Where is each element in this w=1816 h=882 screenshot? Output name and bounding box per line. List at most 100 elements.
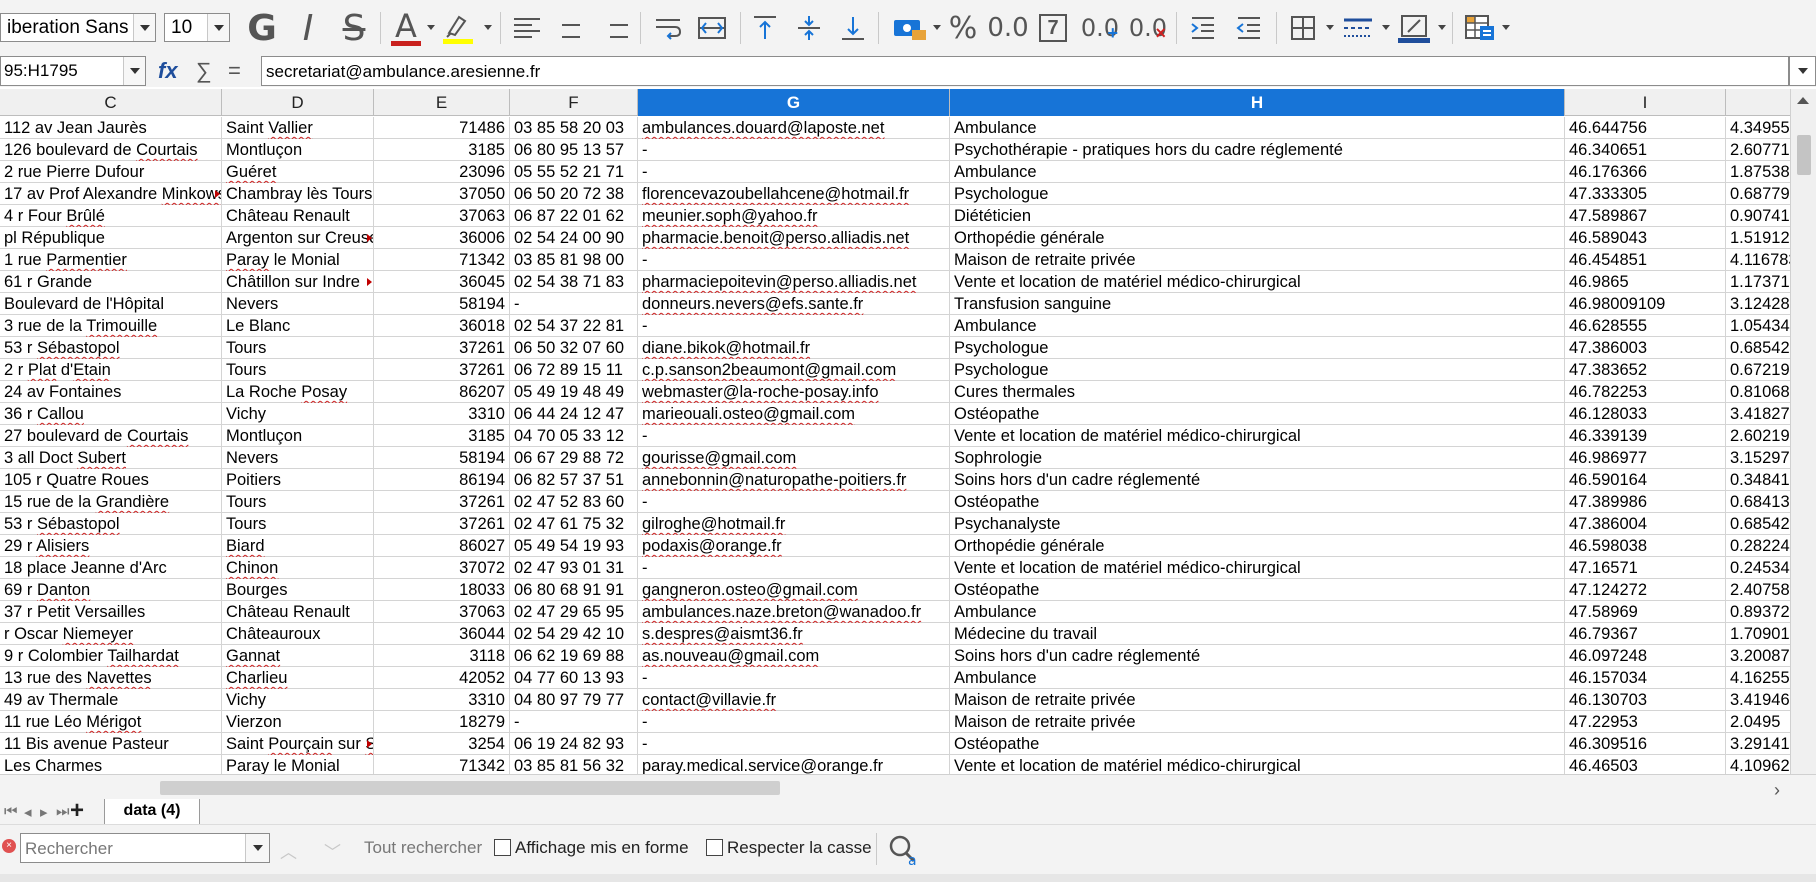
cell-j[interactable]: 0.685423 xyxy=(1726,337,1790,359)
cell-c[interactable]: 11 rue Léo Mérigot xyxy=(0,711,222,733)
cell-c[interactable]: 17 av Prof Alexandre Minkowski xyxy=(0,183,222,205)
cell-c[interactable]: 105 r Quatre Roues xyxy=(0,469,222,491)
cell-e[interactable]: 58194 xyxy=(374,293,510,315)
cell-i[interactable]: 46.589043 xyxy=(1565,227,1726,249)
cell-h[interactable]: Vente et location de matériel médico-chi… xyxy=(950,755,1565,774)
cell-j[interactable]: 0.687792 xyxy=(1726,183,1790,205)
cell-i[interactable]: 46.097248 xyxy=(1565,645,1726,667)
cell-f[interactable]: - xyxy=(510,711,638,733)
cell-c[interactable]: 3 rue de la Trimouille xyxy=(0,315,222,337)
cell-h[interactable]: Maison de retraite privée xyxy=(950,711,1565,733)
chevron-down-icon[interactable] xyxy=(933,25,941,30)
align-center-button[interactable] xyxy=(554,8,588,48)
column-header-j[interactable] xyxy=(1726,89,1790,116)
expand-formula-button[interactable] xyxy=(1789,56,1816,86)
scroll-up-icon[interactable] xyxy=(1797,97,1809,104)
percent-format-button[interactable]: % xyxy=(946,8,980,48)
cell-c[interactable]: 15 rue de la Grandière xyxy=(0,491,222,513)
cell-f[interactable]: 03 85 81 98 00 xyxy=(510,249,638,271)
cell-g[interactable]: c.p.sanson2beaumont@gmail.com xyxy=(638,359,950,381)
cell-c[interactable]: 3 all Doct Subert xyxy=(0,447,222,469)
cell-c[interactable]: 69 r Danton xyxy=(0,579,222,601)
add-decimal-button[interactable]: 0.0 + xyxy=(1080,8,1120,48)
cell-d[interactable]: Tours xyxy=(222,337,374,359)
cell-e[interactable]: 86194 xyxy=(374,469,510,491)
cell-d[interactable]: Saint Pourçain sur Sioule xyxy=(222,733,374,755)
cell-f[interactable]: 02 47 93 01 31 xyxy=(510,557,638,579)
font-color-button[interactable]: A xyxy=(388,8,424,48)
border-style-button[interactable] xyxy=(1340,8,1376,48)
cell-i[interactable]: 46.176366 xyxy=(1565,161,1726,183)
cell-j[interactable]: 3.291419 xyxy=(1726,733,1790,755)
cell-f[interactable]: 06 19 24 82 93 xyxy=(510,733,638,755)
cell-c[interactable]: 9 r Colombier Tailhardat xyxy=(0,645,222,667)
find-all-button[interactable]: Tout rechercher xyxy=(364,838,482,858)
cell-i[interactable]: 46.340651 xyxy=(1565,139,1726,161)
cell-d[interactable]: Guéret xyxy=(222,161,374,183)
cell-c[interactable]: 112 av Jean Jaurès xyxy=(0,117,222,139)
cell-i[interactable]: 46.98009109 xyxy=(1565,293,1726,315)
vertical-scrollbar[interactable] xyxy=(1790,89,1816,774)
find-replace-button[interactable]: a xyxy=(886,833,922,872)
next-sheet-icon[interactable]: ▸ xyxy=(40,803,48,821)
formatted-display-checkbox[interactable] xyxy=(494,839,511,856)
align-top-button[interactable] xyxy=(748,8,782,48)
cell-f[interactable]: 03 85 81 56 32 xyxy=(510,755,638,774)
cell-g[interactable]: pharmaciepoitevin@perso.alliadis.net xyxy=(638,271,950,293)
cell-f[interactable]: 02 47 52 83 60 xyxy=(510,491,638,513)
cell-f[interactable]: 06 44 24 12 47 xyxy=(510,403,638,425)
cell-e[interactable]: 42052 xyxy=(374,667,510,689)
cell-c[interactable]: r Oscar Niemeyer xyxy=(0,623,222,645)
vertical-scroll-thumb[interactable] xyxy=(1797,135,1811,175)
cell-i[interactable]: 47.22953 xyxy=(1565,711,1726,733)
cell-j[interactable]: 3.419465 xyxy=(1726,689,1790,711)
cell-g[interactable]: - xyxy=(638,139,950,161)
spreadsheet-grid[interactable]: CDEFGHI 112 av Jean Jaurès Saint Vallier 7… xyxy=(0,89,1790,774)
cell-i[interactable]: 46.130703 xyxy=(1565,689,1726,711)
cell-e[interactable]: 36006 xyxy=(374,227,510,249)
cell-d[interactable]: Tours xyxy=(222,359,374,381)
cell-h[interactable]: Ambulance xyxy=(950,161,1565,183)
cell-j[interactable]: 0.684133 xyxy=(1726,491,1790,513)
horizontal-scroll-thumb[interactable] xyxy=(160,781,780,795)
cell-e[interactable]: 18279 xyxy=(374,711,510,733)
cell-e[interactable]: 37261 xyxy=(374,513,510,535)
search-input[interactable]: Rechercher xyxy=(20,833,270,863)
cell-e[interactable]: 3185 xyxy=(374,425,510,447)
align-left-button[interactable] xyxy=(510,8,544,48)
cell-c[interactable]: 11 Bis avenue Pasteur xyxy=(0,733,222,755)
cell-i[interactable]: 46.339139 xyxy=(1565,425,1726,447)
cell-f[interactable]: 06 80 95 13 57 xyxy=(510,139,638,161)
cell-g[interactable]: gangneron.osteo@gmail.com xyxy=(638,579,950,601)
cell-e[interactable]: 37261 xyxy=(374,491,510,513)
cell-f[interactable]: 02 54 37 22 81 xyxy=(510,315,638,337)
cell-c[interactable]: 126 boulevard de Courtais xyxy=(0,139,222,161)
cell-g[interactable]: contact@villavie.fr xyxy=(638,689,950,711)
cell-h[interactable]: Soins hors d'un cadre réglementé xyxy=(950,469,1565,491)
cell-e[interactable]: 36045 xyxy=(374,271,510,293)
cell-d[interactable]: Saint Vallier xyxy=(222,117,374,139)
cell-h[interactable]: Ambulance xyxy=(950,667,1565,689)
cell-e[interactable]: 23096 xyxy=(374,161,510,183)
bold-button[interactable]: G xyxy=(244,8,280,49)
cell-h[interactable]: Cures thermales xyxy=(950,381,1565,403)
cell-f[interactable]: 06 80 68 91 91 xyxy=(510,579,638,601)
cell-c[interactable]: 1 rue Parmentier xyxy=(0,249,222,271)
chevron-down-icon[interactable] xyxy=(123,57,145,85)
cell-f[interactable]: 02 54 29 42 10 xyxy=(510,623,638,645)
cell-d[interactable]: Nevers xyxy=(222,293,374,315)
column-header-e[interactable]: E xyxy=(374,89,510,116)
cell-h[interactable]: Ostéopathe xyxy=(950,579,1565,601)
cell-i[interactable]: 47.383652 xyxy=(1565,359,1726,381)
cell-f[interactable]: 05 49 19 48 49 xyxy=(510,381,638,403)
cell-e[interactable]: 58194 xyxy=(374,447,510,469)
cell-f[interactable]: 05 49 54 19 93 xyxy=(510,535,638,557)
cell-h[interactable]: Vente et location de matériel médico-chi… xyxy=(950,425,1565,447)
prev-sheet-icon[interactable]: ◂ xyxy=(24,803,32,821)
font-size-combo[interactable]: 10 xyxy=(164,13,230,42)
cell-f[interactable]: 06 72 89 15 11 xyxy=(510,359,638,381)
cell-d[interactable]: Vichy xyxy=(222,403,374,425)
cell-i[interactable]: 47.386003 xyxy=(1565,337,1726,359)
cell-c[interactable]: pl République xyxy=(0,227,222,249)
cell-f[interactable]: 03 85 58 20 03 xyxy=(510,117,638,139)
